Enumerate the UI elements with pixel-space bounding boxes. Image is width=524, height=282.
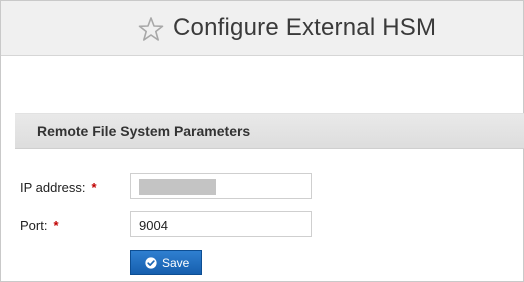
page-title: Configure External HSM	[173, 14, 437, 41]
page-header: Configure External HSM	[1, 1, 523, 56]
save-button[interactable]: Save	[130, 250, 202, 275]
ip-address-label-text: IP address:	[20, 180, 86, 195]
required-marker: *	[53, 218, 59, 233]
required-marker: *	[91, 180, 97, 195]
port-value: 9004	[139, 218, 168, 233]
ip-address-input[interactable]	[130, 173, 312, 199]
port-input[interactable]: 9004	[130, 211, 312, 237]
star-outline-icon[interactable]	[138, 16, 164, 42]
ip-address-redacted-value	[139, 179, 216, 195]
section-title: Remote File System Parameters	[37, 123, 251, 139]
port-label: Port: *	[20, 218, 59, 233]
save-button-label: Save	[162, 256, 190, 270]
ip-address-label: IP address: *	[20, 180, 97, 195]
port-label-text: Port:	[20, 218, 48, 233]
check-circle-icon	[145, 257, 157, 269]
section-header: Remote File System Parameters	[15, 113, 524, 149]
